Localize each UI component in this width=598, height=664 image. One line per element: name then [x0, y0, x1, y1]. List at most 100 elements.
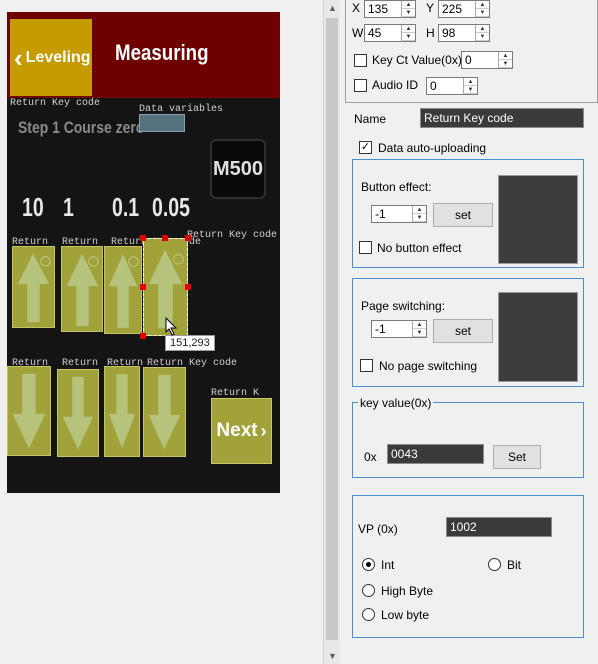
step-value-0-1: 0.1 — [112, 192, 140, 222]
spin-up-icon[interactable]: ▲ — [413, 321, 426, 329]
arrow-down-icon — [62, 376, 94, 450]
hex-prefix-label: 0x — [364, 450, 377, 464]
step-label: Step 1 Course zero — [18, 118, 145, 137]
vertical-scrollbar[interactable]: ▲ ▼ — [323, 0, 340, 664]
chevron-left-icon: ‹ — [14, 42, 23, 73]
key-value-set-button[interactable]: Set — [493, 445, 541, 469]
properties-panel: X 135 ▲ ▼ Y 225 ▲ ▼ W 45 ▲ ▼ H 98 ▲ ▼ Key Ct… — [340, 0, 598, 664]
h-label: H — [426, 26, 435, 40]
no-page-switching-label: No page switching — [379, 359, 478, 373]
arrow-up-icon — [108, 254, 139, 328]
resize-handle-tr[interactable] — [185, 235, 191, 241]
spin-down-icon[interactable]: ▼ — [464, 86, 477, 94]
hmi-screen-preview[interactable]: ‹ Leveling Measuring Return Key code Dat… — [7, 12, 280, 493]
m500-badge[interactable]: M500 — [210, 139, 266, 199]
scroll-down-icon[interactable]: ▼ — [324, 648, 341, 664]
spin-down-icon[interactable]: ▼ — [499, 60, 512, 68]
down-button-0-1[interactable] — [104, 366, 140, 457]
scroll-thumb[interactable] — [326, 18, 338, 640]
page-title: Measuring — [115, 40, 209, 65]
audio-spinbox[interactable]: 0 ▲ ▼ — [426, 77, 478, 95]
key-value-label: key value(0x) — [358, 396, 434, 410]
leveling-label: Leveling — [25, 48, 91, 66]
spin-up-icon[interactable]: ▲ — [402, 1, 415, 9]
spin-down-icon[interactable]: ▼ — [476, 33, 489, 41]
resize-handle-r[interactable] — [185, 284, 191, 290]
up-button-0-1[interactable] — [104, 246, 142, 334]
button-effect-spinbox[interactable]: -1 ▲ ▼ — [371, 205, 427, 223]
spin-up-icon[interactable]: ▲ — [499, 52, 512, 60]
resize-handle-bl[interactable] — [140, 333, 146, 339]
arrow-up-icon — [17, 253, 51, 323]
up-button-1[interactable] — [61, 246, 103, 332]
up-button-10[interactable] — [12, 246, 55, 328]
spin-down-icon[interactable]: ▼ — [476, 9, 489, 17]
no-button-effect-label: No button effect — [377, 241, 462, 255]
page-switching-spinbox[interactable]: -1 ▲ ▼ — [371, 320, 427, 338]
audio-checkbox[interactable] — [354, 79, 367, 92]
keyct-checkbox[interactable] — [354, 54, 367, 67]
int-radio[interactable] — [362, 558, 375, 571]
bit-radio[interactable] — [488, 558, 501, 571]
page-switching-set-button[interactable]: set — [433, 319, 493, 343]
button-effect-set-button[interactable]: set — [433, 203, 493, 227]
arrow-down-icon — [108, 374, 136, 448]
overlay-label-return-d2: Return — [62, 358, 99, 369]
button-effect-preview[interactable] — [498, 175, 578, 264]
auto-upload-label: Data auto-uploading — [378, 141, 487, 155]
down-button-1[interactable] — [57, 369, 99, 457]
step-value-10: 10 — [22, 192, 44, 222]
audio-label: Audio ID — [372, 78, 419, 92]
keyct-spinbox[interactable]: 0 ▲ ▼ — [461, 51, 513, 69]
page-switching-preview[interactable] — [498, 292, 578, 382]
key-value-input[interactable]: 0043 — [387, 444, 484, 464]
data-variable-box[interactable] — [139, 114, 185, 132]
int-label: Int — [381, 558, 395, 572]
spin-up-icon[interactable]: ▲ — [402, 25, 415, 33]
spin-down-icon[interactable]: ▼ — [413, 329, 426, 337]
resize-handle-tl[interactable] — [140, 235, 146, 241]
page-switching-label: Page switching: — [361, 299, 446, 313]
x-spinbox[interactable]: 135 ▲ ▼ — [364, 0, 416, 18]
spin-down-icon[interactable]: ▼ — [413, 214, 426, 222]
w-spinbox[interactable]: 45 ▲ ▼ — [364, 24, 416, 42]
name-label: Name — [354, 112, 387, 126]
bit-label: Bit — [507, 558, 522, 572]
arrow-down-icon — [148, 374, 181, 450]
no-button-effect-checkbox[interactable] — [359, 241, 372, 254]
w-label: W — [352, 26, 364, 40]
low-byte-label: Low byte — [381, 608, 430, 622]
spin-up-icon[interactable]: ▲ — [476, 25, 489, 33]
name-input[interactable]: Return Key code — [420, 108, 584, 128]
button-effect-label: Button effect: — [361, 180, 432, 194]
scroll-up-icon[interactable]: ▲ — [324, 0, 341, 16]
position-tooltip: 151,293 — [165, 335, 215, 351]
design-canvas[interactable]: ‹ Leveling Measuring Return Key code Dat… — [0, 0, 323, 664]
spin-up-icon[interactable]: ▲ — [476, 1, 489, 9]
resize-handle-t[interactable] — [162, 235, 168, 241]
auto-upload-checkbox[interactable]: ✓ — [359, 141, 372, 154]
arrow-down-icon — [12, 373, 46, 449]
step-value-0-05: 0.05 — [152, 192, 190, 222]
resize-handle-l[interactable] — [140, 284, 146, 290]
high-byte-radio[interactable] — [362, 584, 375, 597]
x-label: X — [352, 1, 361, 15]
h-spinbox[interactable]: 98 ▲ ▼ — [438, 24, 490, 42]
next-button[interactable]: Next › — [211, 398, 272, 464]
spin-down-icon[interactable]: ▼ — [402, 9, 415, 17]
step-value-1: 1 — [63, 192, 74, 222]
no-page-switching-checkbox[interactable] — [360, 359, 373, 372]
vp-input[interactable]: 1002 — [446, 517, 552, 537]
down-button-10[interactable] — [7, 366, 51, 456]
arrow-up-icon — [66, 253, 99, 327]
key-value-group — [352, 402, 584, 478]
spin-up-icon[interactable]: ▲ — [464, 78, 477, 86]
spin-down-icon[interactable]: ▼ — [402, 33, 415, 41]
leveling-button[interactable]: ‹ Leveling — [10, 19, 92, 96]
overlay-label-keycode: Return Key code — [187, 230, 278, 241]
spin-up-icon[interactable]: ▲ — [413, 206, 426, 214]
y-label: Y — [426, 1, 435, 15]
low-byte-radio[interactable] — [362, 608, 375, 621]
y-spinbox[interactable]: 225 ▲ ▼ — [438, 0, 490, 18]
down-button-0-05[interactable] — [143, 367, 186, 457]
